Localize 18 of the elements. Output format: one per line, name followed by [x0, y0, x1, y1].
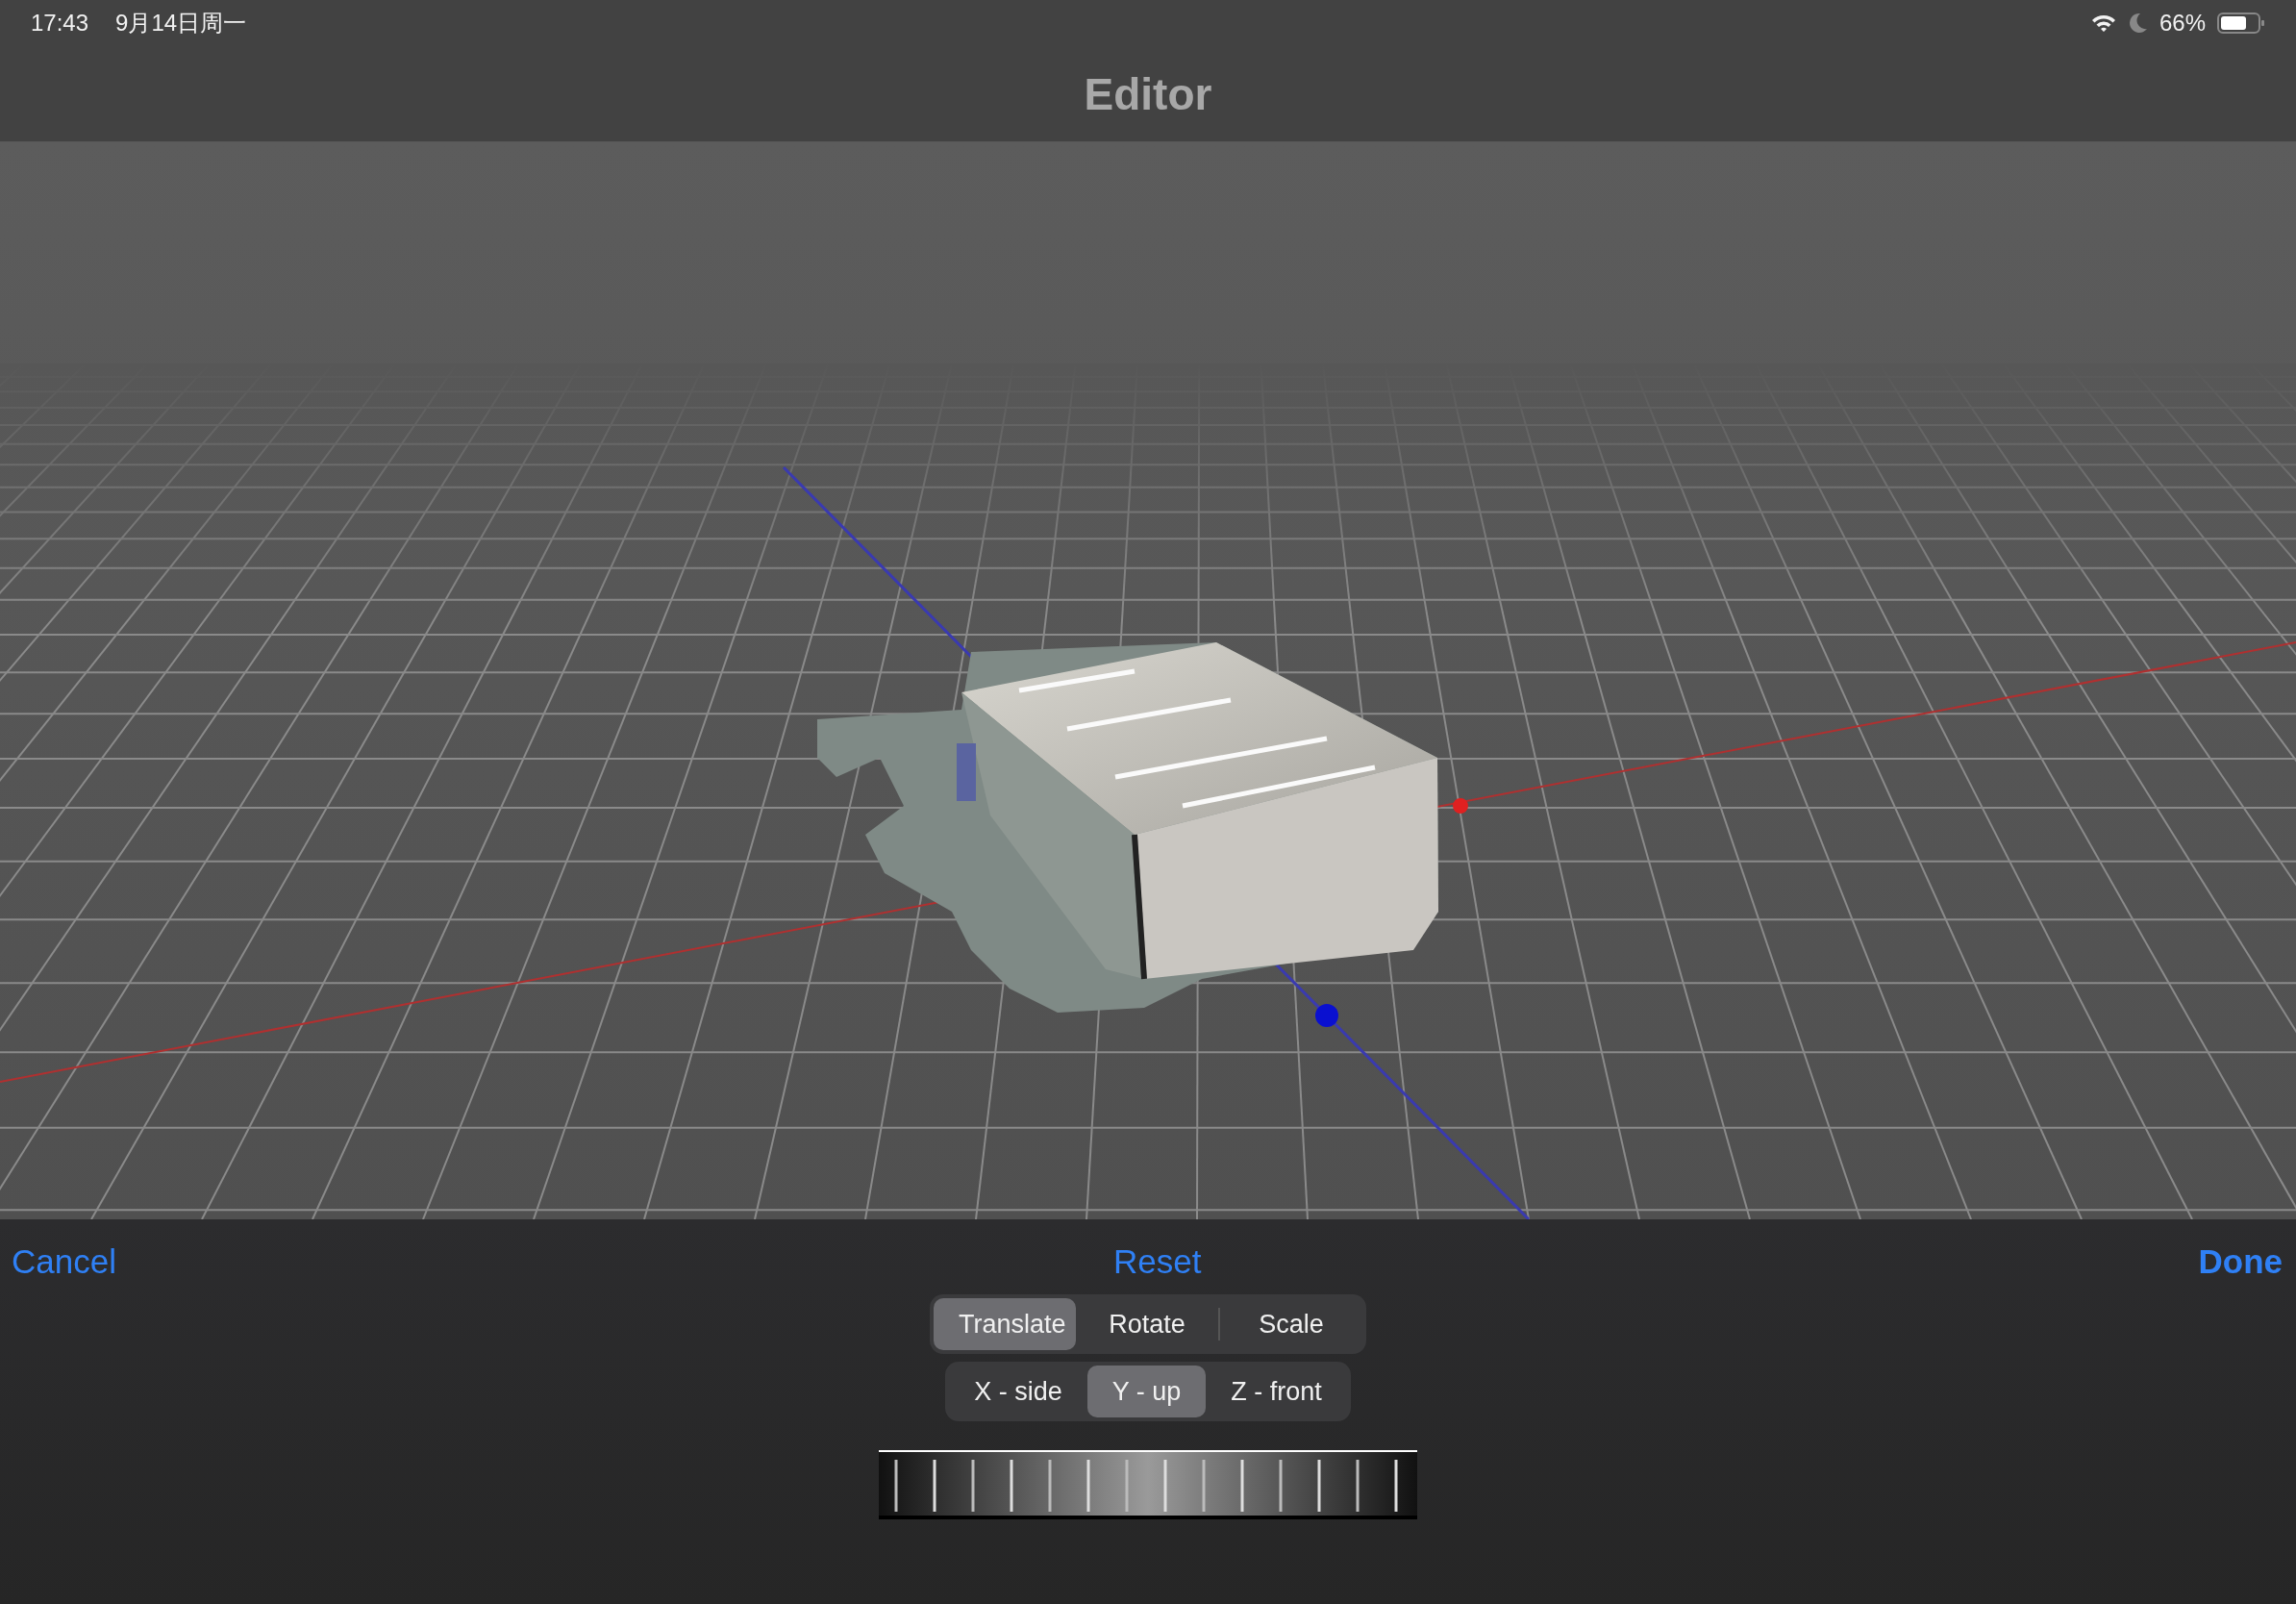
segment-tab[interactable]: Y - up	[1086, 1366, 1207, 1417]
reset-button[interactable]: Reset	[1113, 1242, 1202, 1281]
status-time: 17:43	[31, 10, 89, 37]
nav-title: Editor	[1084, 67, 1212, 120]
battery-icon	[2217, 12, 2265, 35]
jog-wheel[interactable]	[879, 1450, 1417, 1519]
z-axis-handle[interactable]	[1315, 1004, 1338, 1027]
moon-icon	[2128, 13, 2148, 34]
done-button[interactable]: Done	[2198, 1242, 2283, 1281]
segment-tab[interactable]: Scale	[1220, 1298, 1362, 1350]
status-date: 9月14日周一	[115, 9, 247, 38]
x-axis-handle[interactable]	[1453, 798, 1468, 814]
cancel-button[interactable]: Cancel	[12, 1242, 116, 1281]
segment-tab[interactable]: Z - front	[1206, 1366, 1347, 1417]
segment-tab[interactable]: Translate	[934, 1298, 1076, 1350]
segment-tab[interactable]: X - side	[949, 1366, 1087, 1417]
segment-tab[interactable]: Rotate	[1076, 1298, 1218, 1350]
battery-percent: 66%	[2159, 10, 2206, 37]
